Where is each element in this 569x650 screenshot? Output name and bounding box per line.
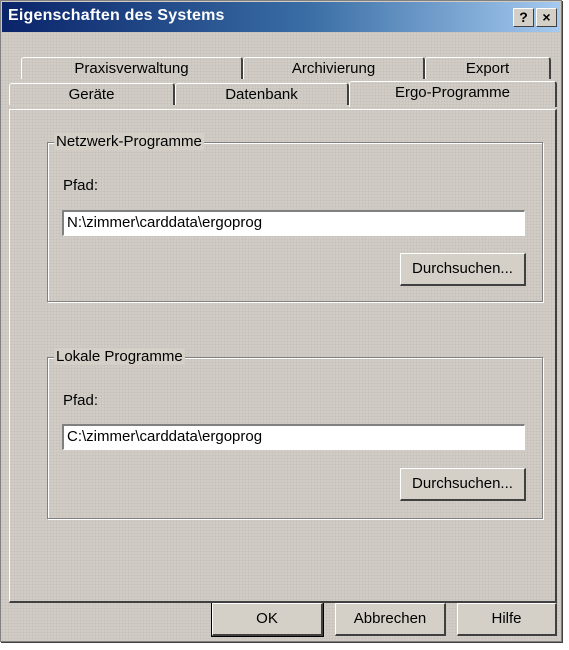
- window-title: Eigenschaften des Systems: [8, 7, 225, 24]
- local-path-label: Pfad:: [63, 392, 99, 409]
- tab-ergo-programme[interactable]: Ergo-Programme: [349, 81, 557, 107]
- local-path-input[interactable]: C:\zimmer\carddata\ergoprog: [62, 424, 525, 450]
- tab-panel-ergo-programme: Netzwerk-Programme Pfad: N:\zimmer\cardd…: [9, 109, 557, 603]
- local-programs-group: Lokale Programme Pfad: C:\zimmer\carddat…: [47, 348, 543, 519]
- close-icon[interactable]: ×: [536, 8, 557, 27]
- cancel-button[interactable]: Abbrechen: [335, 603, 446, 636]
- local-browse-button[interactable]: Durchsuchen...: [400, 468, 526, 501]
- help-button[interactable]: Hilfe: [457, 603, 557, 636]
- network-browse-button[interactable]: Durchsuchen...: [400, 253, 526, 286]
- ok-button[interactable]: OK: [211, 602, 324, 637]
- local-programs-legend: Lokale Programme: [54, 348, 185, 365]
- network-path-label: Pfad:: [63, 177, 99, 194]
- network-programs-legend: Netzwerk-Programme: [54, 133, 204, 150]
- system-properties-dialog: Eigenschaften des Systems ? × Praxisverw…: [0, 0, 562, 642]
- title-bar: Eigenschaften des Systems ? ×: [2, 2, 560, 32]
- help-icon[interactable]: ?: [513, 8, 534, 27]
- network-programs-group: Netzwerk-Programme Pfad: N:\zimmer\cardd…: [47, 133, 543, 302]
- tab-archivierung[interactable]: Archivierung: [243, 57, 425, 79]
- tab-export[interactable]: Export: [425, 57, 551, 79]
- tab-datenbank[interactable]: Datenbank: [175, 83, 349, 105]
- tab-geraete[interactable]: Geräte: [9, 83, 175, 105]
- network-path-input[interactable]: N:\zimmer\carddata\ergoprog: [62, 210, 525, 236]
- tab-praxisverwaltung[interactable]: Praxisverwaltung: [21, 57, 243, 79]
